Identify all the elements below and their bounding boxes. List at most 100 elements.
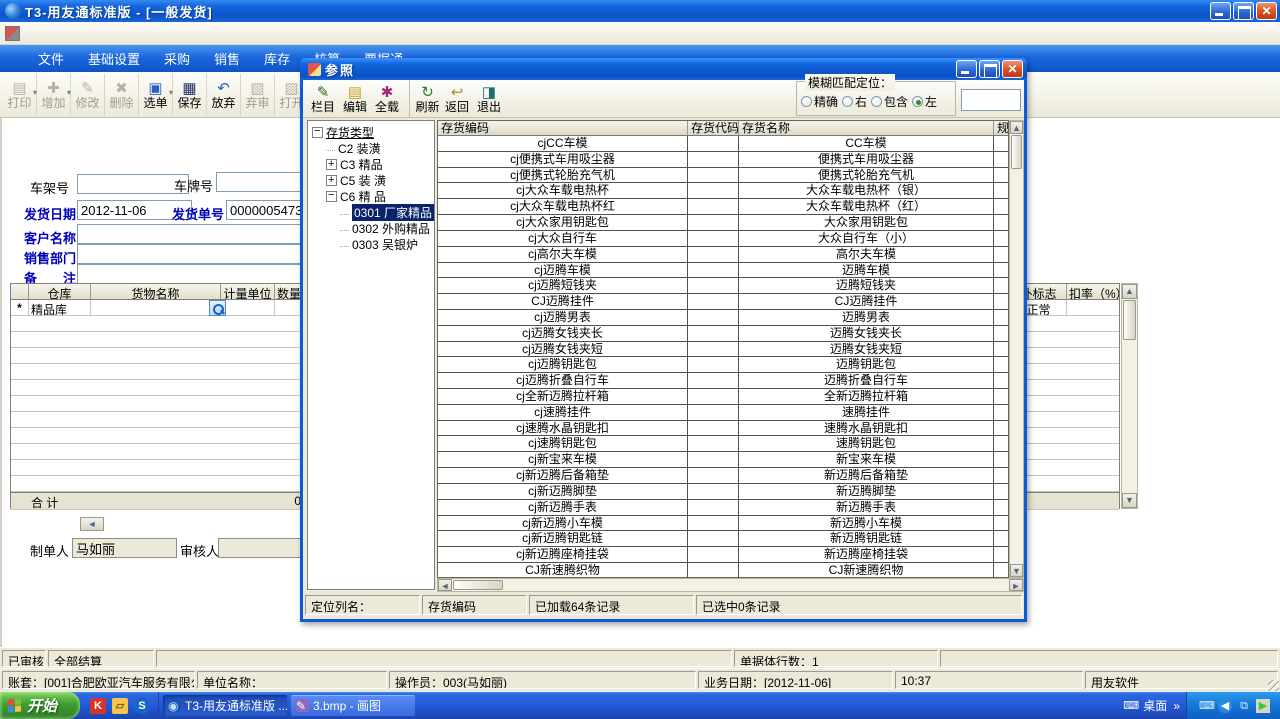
task-button[interactable]: ✎ 3.bmp - 画图: [291, 695, 415, 716]
inventory-row[interactable]: cj速腾钥匙包 速腾钥匙包: [438, 436, 1008, 452]
dialog-vscroll-up-arrow[interactable]: ▲: [1010, 121, 1023, 134]
hscroll-left-arrow[interactable]: ◄: [80, 517, 104, 531]
tree-node[interactable]: C2 装潢: [310, 140, 434, 156]
browser-icon[interactable]: S: [134, 698, 150, 714]
keyboard-icon[interactable]: ⌨: [1199, 699, 1213, 713]
dialog-vscroll-thumb[interactable]: [1011, 135, 1022, 169]
document-icon[interactable]: [5, 26, 20, 41]
toolbar-button[interactable]: ▣ 选单: [139, 74, 173, 115]
menu-item[interactable]: 基础设置: [76, 45, 152, 72]
inventory-row[interactable]: cjCC车模 CC车模: [438, 136, 1008, 152]
auditor-input[interactable]: [218, 538, 308, 558]
inventory-row[interactable]: cj迈腾折叠自行车 迈腾折叠自行车: [438, 373, 1008, 389]
tree-node[interactable]: 0302 外购精品: [310, 220, 434, 236]
inventory-row[interactable]: cj高尔夫车模 高尔夫车模: [438, 247, 1008, 263]
kingsoft-icon[interactable]: K: [90, 698, 106, 714]
inventory-row[interactable]: cj迈腾车模 迈腾车模: [438, 263, 1008, 279]
inventory-row[interactable]: cj迈腾男表 迈腾男表: [438, 310, 1008, 326]
dialog-toolbar-button[interactable]: ◨ 退出: [473, 80, 505, 117]
dialog-toolbar-button[interactable]: ✎ 栏目: [307, 80, 339, 117]
lookup-magnifier-icon[interactable]: [209, 300, 226, 316]
detail-grid-vscrollbar[interactable]: ▲ ▼: [1121, 283, 1138, 509]
keyboard-icon[interactable]: ⌨: [1123, 699, 1137, 713]
close-icon[interactable]: [1256, 2, 1277, 20]
tree-node[interactable]: C6 精 品: [310, 188, 434, 204]
inventory-row[interactable]: cj全新迈腾拉杆箱 全新迈腾拉杆箱: [438, 389, 1008, 405]
tree-node[interactable]: 存货类型: [310, 124, 434, 140]
vscroll-up-arrow[interactable]: ▲: [1122, 284, 1137, 299]
inventory-row[interactable]: cj大众车载电热杯红 大众车载电热杯（红）: [438, 199, 1008, 215]
dialog-minimize-icon[interactable]: [956, 60, 977, 78]
customer-input[interactable]: [77, 224, 332, 244]
inventory-row[interactable]: cj新迈腾小车模 新迈腾小车模: [438, 516, 1008, 532]
inventory-row[interactable]: cj新迈腾钥匙链 新迈腾钥匙链: [438, 531, 1008, 547]
menu-item[interactable]: 库存: [252, 45, 302, 72]
inventory-row[interactable]: cj新迈腾座椅挂袋 新迈腾座椅挂袋: [438, 547, 1008, 563]
tree-expand-icon[interactable]: [312, 127, 323, 138]
dialog-toolbar-button[interactable]: ▤ 编辑: [339, 80, 371, 117]
tree-node[interactable]: C5 装 潢: [310, 172, 434, 188]
toolbar-button[interactable]: ↶ 放弃: [207, 74, 241, 115]
toolbar-button[interactable]: ✎ 修改: [71, 74, 105, 115]
tree-expand-icon[interactable]: [340, 242, 349, 247]
match-radio[interactable]: 左: [912, 93, 937, 110]
inventory-row[interactable]: cj新宝来车模 新宝来车模: [438, 452, 1008, 468]
vscroll-thumb[interactable]: [1123, 300, 1136, 340]
col-inv-alias[interactable]: 存货代码: [688, 121, 739, 135]
inventory-row[interactable]: cj新迈腾后备箱垫 新迈腾后备箱垫: [438, 468, 1008, 484]
col-inv-code[interactable]: 存货编码: [438, 121, 688, 135]
tree-node[interactable]: C3 精品: [310, 156, 434, 172]
tree-expand-icon[interactable]: [326, 159, 337, 170]
detail-row-empty[interactable]: [11, 316, 303, 332]
chevron-icon[interactable]: »: [1173, 699, 1180, 713]
tree-expand-icon[interactable]: [340, 210, 349, 215]
toolbar-button[interactable]: ✖ 删除: [105, 74, 139, 115]
match-radio[interactable]: 包含: [871, 93, 908, 110]
maximize-icon[interactable]: [1233, 2, 1254, 20]
start-button[interactable]: 开始: [0, 692, 80, 719]
dialog-vscrollbar[interactable]: ▲ ▼: [1009, 120, 1024, 578]
menu-item[interactable]: 文件: [26, 45, 76, 72]
back-circle-icon[interactable]: ◀: [1218, 699, 1232, 713]
maker-input[interactable]: [72, 538, 177, 558]
desktop-band-label[interactable]: 桌面: [1143, 697, 1167, 714]
dialog-hscrollbar[interactable]: ◄ ►: [437, 578, 1024, 592]
network-icon[interactable]: ⧉: [1237, 699, 1251, 713]
vin-input[interactable]: [77, 174, 189, 194]
tree-expand-icon[interactable]: [326, 146, 335, 151]
dialog-hscroll-left-arrow[interactable]: ◄: [438, 579, 452, 591]
inventory-row[interactable]: cj大众自行车 大众自行车（小）: [438, 231, 1008, 247]
dialog-toolbar-button[interactable]: ↻ 刷新: [409, 80, 441, 117]
inventory-row[interactable]: cj大众家用钥匙包 大众家用钥匙包: [438, 215, 1008, 231]
inventory-row[interactable]: cj速腾水晶钥匙扣 速腾水晶钥匙扣: [438, 421, 1008, 437]
inventory-row[interactable]: cj便携式轮胎充气机 便携式轮胎充气机: [438, 168, 1008, 184]
memo-input[interactable]: [77, 264, 332, 284]
inventory-row[interactable]: cj速腾挂件 速腾挂件: [438, 405, 1008, 421]
tree-node[interactable]: 0301 厂家精品: [310, 204, 434, 220]
server-icon[interactable]: ▶: [1256, 699, 1270, 713]
match-locate-input[interactable]: [961, 89, 1021, 111]
inventory-row[interactable]: CJ新速腾织物 CJ新速腾织物: [438, 563, 1008, 579]
tree-expand-icon[interactable]: [326, 175, 337, 186]
inventory-row[interactable]: cj便携式车用吸尘器 便携式车用吸尘器: [438, 152, 1008, 168]
inventory-row[interactable]: cj迈腾钥匙包 迈腾钥匙包: [438, 357, 1008, 373]
dialog-close-icon[interactable]: [1002, 60, 1023, 78]
tree-expand-icon[interactable]: [326, 191, 337, 202]
inventory-row[interactable]: cj迈腾女钱夹短 迈腾女钱夹短: [438, 342, 1008, 358]
inventory-row[interactable]: cj迈腾女钱夹长 迈腾女钱夹长: [438, 326, 1008, 342]
menu-item[interactable]: 采购: [152, 45, 202, 72]
toolbar-button[interactable]: ▦ 保存: [173, 74, 207, 115]
sales-dept-input[interactable]: [77, 244, 332, 264]
inventory-row[interactable]: CJ迈腾挂件 CJ迈腾挂件: [438, 294, 1008, 310]
dialog-hscroll-thumb[interactable]: [453, 580, 503, 590]
dialog-maximize-icon[interactable]: [979, 60, 1000, 78]
toolbar-button[interactable]: ✚ 增加: [37, 74, 71, 115]
dialog-toolbar-button[interactable]: ↩ 返回: [441, 80, 473, 117]
dialog-vscroll-down-arrow[interactable]: ▼: [1010, 564, 1023, 577]
task-button[interactable]: ◉ T3-用友通标准版 ...: [163, 695, 287, 716]
minimize-icon[interactable]: [1210, 2, 1231, 20]
inventory-row[interactable]: cj新迈腾脚垫 新迈腾脚垫: [438, 484, 1008, 500]
tree-node[interactable]: 0303 吴银炉: [310, 236, 434, 252]
detail-row-1-right[interactable]: 正常: [1011, 300, 1119, 316]
dialog-hscroll-right-arrow[interactable]: ►: [1009, 579, 1023, 591]
